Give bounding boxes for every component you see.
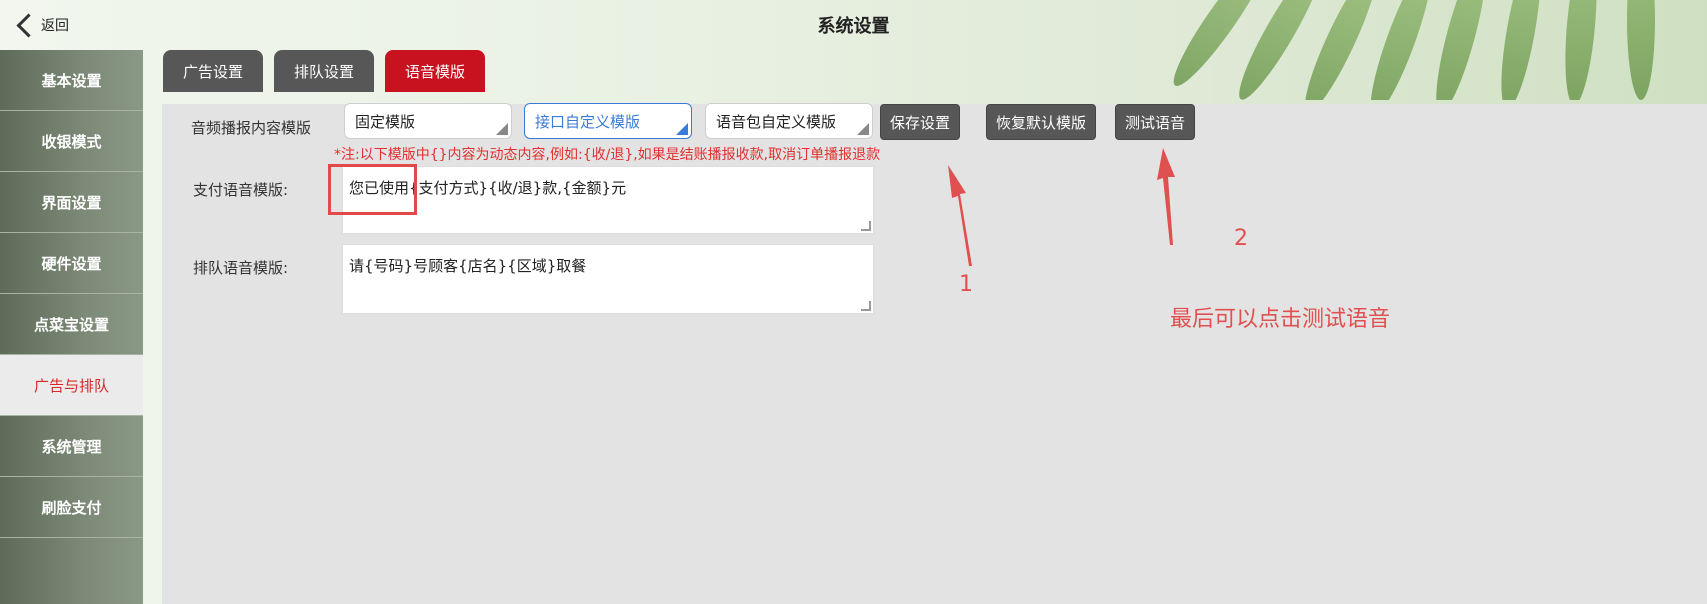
annotation-hint: 最后可以点击测试语音 [1170, 307, 1391, 332]
annotation-arrows [948, 148, 1175, 266]
arrow-2-shape [1157, 148, 1175, 245]
annotation-step-2: 2 [1234, 226, 1248, 251]
arrow-1-shape [948, 165, 972, 266]
annotation-step-1: 1 [959, 272, 973, 297]
